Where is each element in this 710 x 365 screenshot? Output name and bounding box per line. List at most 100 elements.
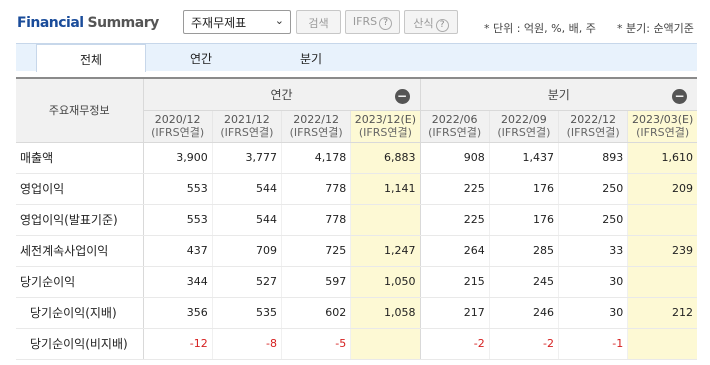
table-cell: 3,777	[211, 142, 282, 174]
period-basis: (IFRS연결)	[428, 126, 482, 139]
table-cell: 217	[419, 297, 490, 329]
period-date: 2020/12	[154, 113, 201, 126]
row-label[interactable]: 당기순이익(지배)	[16, 297, 144, 329]
title-financial: Financial	[17, 15, 84, 31]
table-cell: 1,141	[350, 173, 420, 205]
table-cell: 553	[142, 204, 213, 236]
table-cell: 893	[557, 142, 628, 174]
period-date: 2022/12	[293, 113, 339, 126]
table-cell: 6,883	[350, 142, 420, 174]
search-button[interactable]: 검색	[296, 10, 341, 34]
table-cell: 3,900	[142, 142, 213, 174]
table-cell: 176	[488, 173, 559, 205]
table-cell: 33	[557, 235, 628, 267]
table-cell: 176	[488, 204, 559, 236]
table-cell: -2	[488, 328, 559, 360]
tab-all[interactable]: 전체	[36, 44, 146, 72]
quarter-basis-note: * 분기: 순액기준	[617, 22, 694, 35]
question-mark-icon: ?	[379, 17, 393, 30]
row-label[interactable]: 매출액	[16, 142, 144, 174]
period-date: 2021/12	[224, 113, 270, 126]
table-cell: 778	[280, 173, 351, 205]
row-label[interactable]: 당기순이익(비지배)	[16, 328, 144, 360]
table-cell: 250	[557, 173, 628, 205]
row-label[interactable]: 영업이익	[16, 173, 144, 205]
table-row: 세전계속사업이익 437 709 725 1,247 264 285 33 239	[16, 235, 697, 267]
table-cell: 1,437	[488, 142, 559, 174]
table-cell: 250	[557, 204, 628, 236]
table-cell: 597	[280, 266, 351, 298]
period-header: 2020/12 (IFRS연결)	[142, 110, 213, 143]
table-cell: 30	[557, 297, 628, 329]
table-cell: 285	[488, 235, 559, 267]
formula-help-button[interactable]: 산식?	[404, 10, 458, 34]
table-cell: 535	[211, 297, 282, 329]
period-basis: (IFRS연결)	[289, 126, 343, 139]
statement-type-value: 주재무제표	[191, 16, 247, 30]
period-basis: (IFRS연결)	[220, 126, 274, 139]
table-cell: -2	[419, 328, 490, 360]
collapse-icon[interactable]: −	[672, 89, 687, 104]
question-mark-icon: ?	[435, 19, 449, 32]
table-cell: 264	[419, 235, 490, 267]
period-header: 2022/09 (IFRS연결)	[488, 110, 559, 143]
table-cell: 209	[627, 173, 697, 205]
period-header: 2023/03(E) (IFRS연결)	[627, 110, 697, 143]
table-cell: 709	[211, 235, 282, 267]
table-row: 당기순이익 344 527 597 1,050 215 245 30	[16, 266, 697, 298]
table-cell: 1,610	[627, 142, 697, 174]
period-basis: (IFRS연결)	[151, 126, 205, 139]
table-cell	[350, 328, 420, 360]
table-cell: 215	[419, 266, 490, 298]
ifrs-label: IFRS	[352, 15, 378, 28]
formula-label: 산식	[413, 17, 434, 30]
group-quarterly-label: 분기	[547, 87, 570, 102]
ifrs-help-button[interactable]: IFRS?	[345, 10, 400, 34]
table-cell: 225	[419, 204, 490, 236]
table-cell: 225	[419, 173, 490, 205]
period-header: 2023/12(E) (IFRS연결)	[350, 110, 420, 143]
period-date: 2022/09	[501, 113, 547, 126]
period-tabs: 전체 연간 분기	[16, 43, 697, 72]
period-header: 2022/06 (IFRS연결)	[419, 110, 490, 143]
table-cell: 778	[280, 204, 351, 236]
period-header: 2022/12 (IFRS연결)	[280, 110, 351, 143]
statement-type-select[interactable]: 주재무제표 ⌄	[183, 10, 291, 34]
period-basis: (IFRS연결)	[497, 126, 551, 139]
table-cell	[627, 328, 697, 360]
period-date: 2023/12(E)	[354, 113, 416, 126]
table-body: 매출액 3,900 3,777 4,178 6,883 908 1,437 893 1,610 영…	[16, 142, 697, 360]
period-basis: (IFRS연결)	[358, 126, 412, 139]
summary-header: Financial Summary 주재무제표 ⌄ 검색 IFRS? 산식? *…	[0, 0, 710, 46]
table-cell: 4,178	[280, 142, 351, 174]
title-summary: Summary	[87, 15, 160, 31]
table-cell: 212	[627, 297, 697, 329]
table-cell: 245	[488, 266, 559, 298]
period-basis: (IFRS연결)	[566, 126, 620, 139]
table-cell	[350, 204, 420, 236]
period-date: 2022/12	[570, 113, 616, 126]
table-cell: 344	[142, 266, 213, 298]
row-label[interactable]: 세전계속사업이익	[16, 235, 144, 267]
table-cell: 246	[488, 297, 559, 329]
table-row: 영업이익(발표기준) 553 544 778 225 176 250	[16, 204, 697, 236]
tab-annual[interactable]: 연간	[146, 44, 256, 71]
group-annual-header: 연간 −	[143, 79, 421, 111]
table-cell: -12	[142, 328, 213, 360]
group-quarterly-header: 분기 −	[420, 79, 697, 111]
row-label[interactable]: 영업이익(발표기준)	[16, 204, 144, 236]
table-cell: -5	[280, 328, 351, 360]
table-cell	[627, 266, 697, 298]
table-cell: 1,050	[350, 266, 420, 298]
table-cell: 30	[557, 266, 628, 298]
table-row: 영업이익 553 544 778 1,141 225 176 250 209	[16, 173, 697, 205]
period-header: 2022/12 (IFRS연결)	[557, 110, 628, 143]
unit-note: * 단위 : 억원, %, 배, 주	[484, 22, 596, 35]
section-title: Financial Summary	[17, 15, 159, 31]
table-cell: 239	[627, 235, 697, 267]
financial-summary-table: 주요재무정보 연간 − 분기 − 2020/12 (IFRS연결) 2021/12(…	[16, 77, 697, 360]
table-cell: 553	[142, 173, 213, 205]
collapse-icon[interactable]: −	[394, 89, 410, 104]
tab-quarterly[interactable]: 분기	[256, 44, 366, 71]
row-label[interactable]: 당기순이익	[16, 266, 144, 298]
